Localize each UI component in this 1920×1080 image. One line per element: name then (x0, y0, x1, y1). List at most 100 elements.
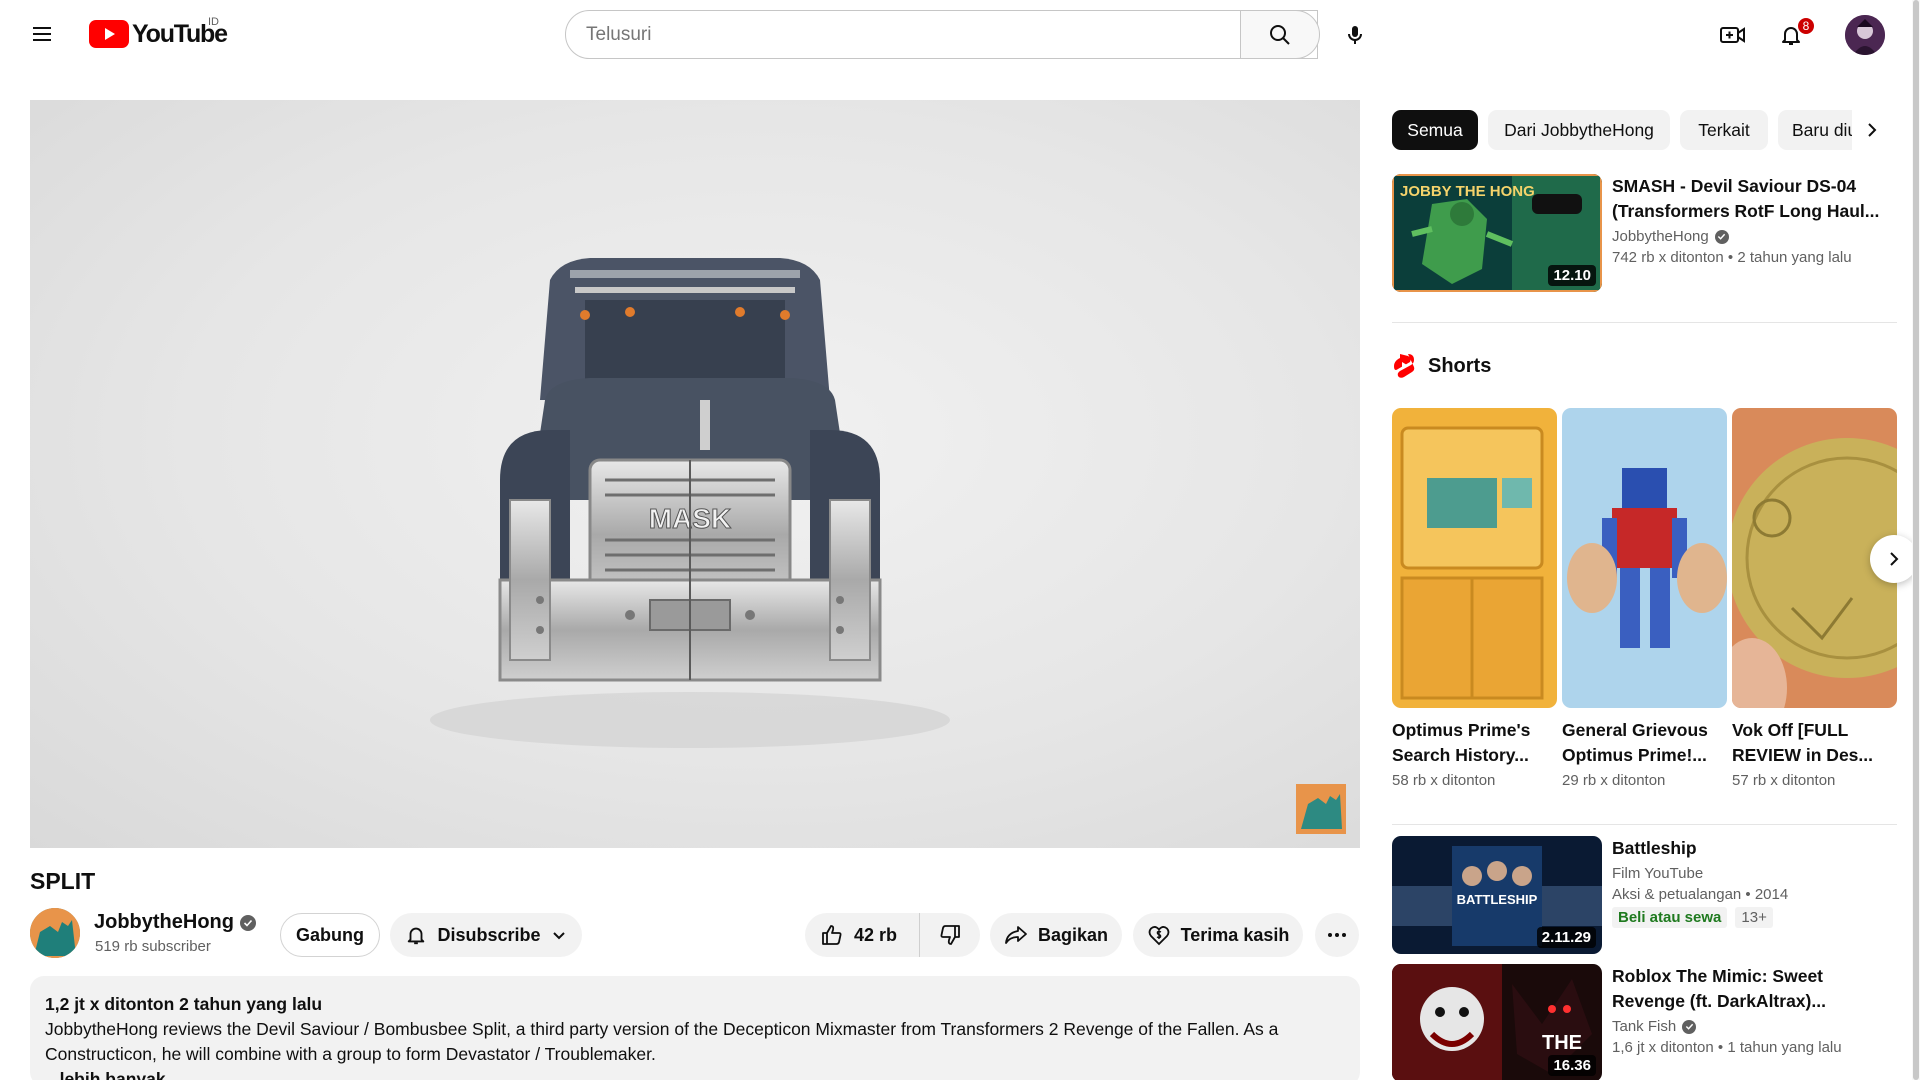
masthead: YouTube ID 8 (0, 0, 1920, 70)
chips-next-button[interactable] (1852, 110, 1892, 150)
video-title: SPLIT (30, 868, 96, 894)
subscribe-button[interactable]: Disubscribe (390, 913, 582, 957)
channel-avatar[interactable] (30, 908, 80, 958)
shorts-next-button[interactable] (1870, 535, 1918, 583)
join-button[interactable]: Gabung (280, 913, 380, 957)
menu-button[interactable] (22, 14, 62, 54)
video-views: 742 rb x ditonton (1612, 249, 1724, 266)
subscriber-count: 519 rb subscriber (95, 938, 211, 955)
description-box[interactable]: 1,2 jt x ditonton 2 tahun yang lalu Jobb… (30, 976, 1360, 1080)
channel-avatar-image (30, 908, 80, 958)
video-thumbnail[interactable]: JOBBY THE HONG 12.10 (1392, 174, 1602, 292)
chip-related[interactable]: Terkait (1680, 110, 1768, 150)
meta-separator: • (1717, 1039, 1728, 1056)
like-dislike-group: 42 rb (805, 913, 980, 957)
channel-name[interactable]: JobbytheHong (94, 911, 256, 934)
short-image-yellow-robot (1392, 408, 1557, 708)
thumbs-down-icon (940, 925, 960, 945)
dinosaur-logo-icon (1296, 784, 1346, 834)
short-views: 58 rb x ditonton (1392, 772, 1496, 789)
page-scrollbar-thumb[interactable] (1913, 0, 1919, 1080)
chevron-right-icon (1868, 123, 1877, 137)
thumbnail-text: THE (1542, 1032, 1582, 1054)
search-button[interactable] (1240, 10, 1320, 59)
description-meta: 1,2 jt x ditonton 2 tahun yang lalu (45, 994, 323, 1014)
video-channel[interactable]: JobbytheHong (1612, 228, 1897, 245)
video-age: 1 tahun yang lalu (1727, 1039, 1842, 1056)
video-info: SMASH - Devil Saviour DS-04 (Transformer… (1612, 174, 1897, 266)
movie-poster-text: BATTLESHIP (1457, 892, 1538, 907)
youtube-logo[interactable]: YouTube (89, 20, 228, 48)
create-video-icon (1720, 27, 1745, 43)
share-arrow-icon (1005, 926, 1027, 944)
heart-dollar-icon (1148, 926, 1170, 946)
short-thumbnail[interactable] (1392, 408, 1557, 708)
notifications-button[interactable]: 8 (1770, 14, 1816, 56)
recommended-video[interactable]: JOBBY THE HONG 12.10 SMASH - Devil Savio… (1392, 174, 1897, 292)
video-meta: 742 rb x ditonton • 2 tahun yang lalu (1612, 249, 1897, 266)
short-image-optimus-figure (1562, 408, 1727, 708)
movie-thumbnail[interactable]: BATTLESHIP 2.11.29 (1392, 836, 1602, 954)
duration-badge: 16.36 (1548, 1055, 1596, 1076)
share-label: Bagikan (1037, 924, 1109, 945)
video-age: 2 tahun yang lalu (1737, 249, 1852, 266)
microphone-icon (1348, 26, 1362, 44)
notification-badge: 8 (1796, 16, 1816, 36)
short-title[interactable]: Vok Off [FULL REVIEW in Des... (1732, 718, 1897, 768)
recommended-movie[interactable]: BATTLESHIP 2.11.29 Battleship Film YouTu… (1392, 836, 1897, 954)
short-item[interactable]: Optimus Prime's Search History... 58 rb … (1392, 408, 1557, 789)
chevron-down-icon (552, 932, 565, 940)
more-actions-button[interactable] (1315, 913, 1359, 957)
short-views: 29 rb x ditonton (1562, 772, 1666, 789)
age-rating-badge: 13+ (1735, 907, 1773, 928)
like-count: 42 rb (854, 924, 898, 945)
video-title-link[interactable]: SMASH - Devil Saviour DS-04 (Transformer… (1612, 174, 1897, 224)
owner-row: JobbytheHong 519 rb subscriber Gabung Di… (30, 908, 1360, 960)
account-avatar[interactable] (1845, 15, 1885, 55)
bell-outline-icon (408, 927, 425, 945)
duration-badge: 12.10 (1548, 265, 1596, 286)
create-button[interactable] (1712, 14, 1754, 56)
video-player[interactable]: MASK (30, 100, 1360, 848)
movie-genre: Aksi & petualangan • 2014 (1612, 886, 1789, 903)
video-channel-name: JobbytheHong (1612, 228, 1709, 245)
thumbnail-text: JOBBY THE HONG (1400, 183, 1535, 200)
verified-icon (1682, 1019, 1697, 1034)
avatar-image (1845, 15, 1885, 55)
channel-name-text: JobbytheHong (94, 911, 234, 933)
verified-icon (240, 914, 256, 931)
video-channel-name: Tank Fish (1612, 1018, 1677, 1035)
thanks-label: Terima kasih (1180, 924, 1290, 945)
movie-info: Battleship Film YouTube Aksi & petualang… (1612, 836, 1897, 928)
hamburger-icon (33, 27, 51, 41)
short-thumbnail[interactable] (1562, 408, 1727, 708)
section-divider (1392, 824, 1897, 825)
search-input[interactable] (586, 23, 1266, 46)
share-button[interactable]: Bagikan (990, 913, 1122, 957)
shorts-header: Shorts (1392, 350, 1491, 382)
dislike-button[interactable] (920, 913, 980, 957)
movie-channel[interactable]: Film YouTube (1612, 865, 1897, 882)
show-more-link[interactable]: ...lebih banyak (45, 1067, 1345, 1080)
video-thumbnail[interactable]: THE 16.36 (1392, 964, 1602, 1080)
channel-watermark[interactable] (1296, 784, 1346, 834)
video-title-link[interactable]: Roblox The Mimic: Sweet Revenge (ft. Dar… (1612, 964, 1897, 1014)
recommended-video[interactable]: THE 16.36 Roblox The Mimic: Sweet Reveng… (1392, 964, 1897, 1080)
video-info: Roblox The Mimic: Sweet Revenge (ft. Dar… (1612, 964, 1897, 1056)
like-button[interactable]: 42 rb (805, 913, 920, 957)
video-meta: 1,6 jt x ditonton • 1 tahun yang lalu (1612, 1039, 1897, 1056)
movie-title-link[interactable]: Battleship (1612, 836, 1897, 861)
video-channel[interactable]: Tank Fish (1612, 1018, 1897, 1035)
shorts-heading: Shorts (1428, 354, 1492, 377)
short-item[interactable]: General Grievous Optimus Prime!... 29 rb… (1562, 408, 1727, 789)
chip-from-channel[interactable]: Dari JobbytheHong (1488, 110, 1670, 150)
search-box (565, 10, 1318, 59)
related-chips: Semua Dari JobbytheHong Terkait Baru diu… (1392, 110, 1897, 150)
voice-search-button[interactable] (1334, 14, 1376, 56)
chip-all[interactable]: Semua (1392, 110, 1478, 150)
short-item[interactable]: Vok Off [FULL REVIEW in Des... 57 rb x d… (1732, 408, 1897, 789)
short-title[interactable]: Optimus Prime's Search History... (1392, 718, 1557, 768)
more-horizontal-icon (1328, 933, 1346, 937)
thanks-button[interactable]: Terima kasih (1133, 913, 1303, 957)
short-title[interactable]: General Grievous Optimus Prime!... (1562, 718, 1727, 768)
